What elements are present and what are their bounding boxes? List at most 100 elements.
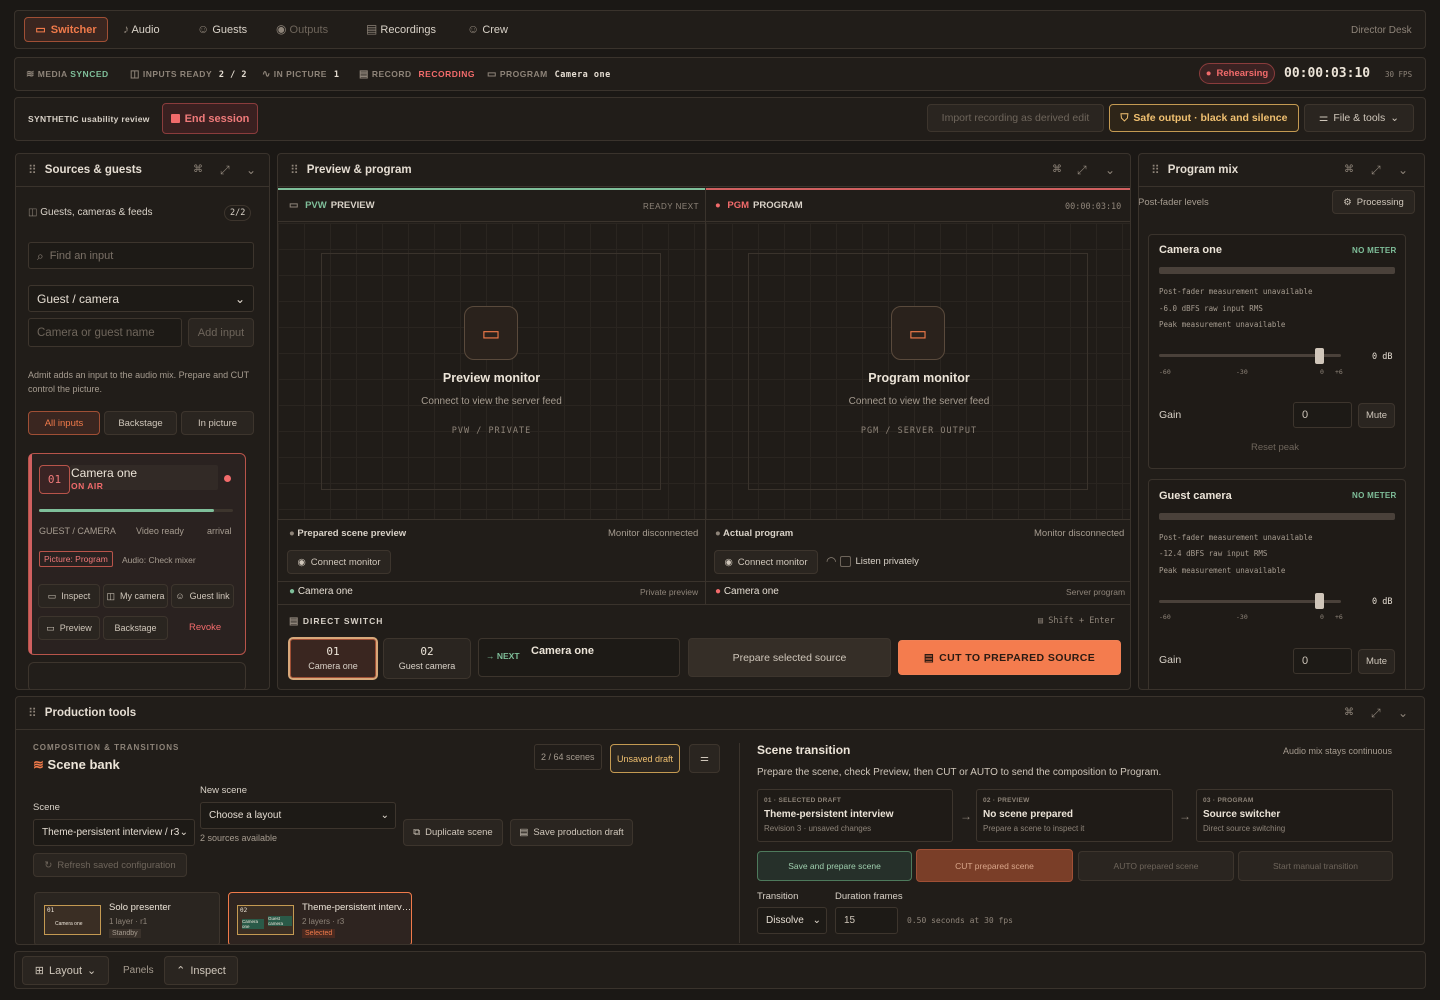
pin-icon[interactable]: ⌘ bbox=[1344, 165, 1354, 175]
reset-peak-button[interactable]: Reset peak bbox=[1251, 442, 1299, 453]
pin-icon[interactable]: ⌘ bbox=[193, 165, 203, 175]
preview-button[interactable]: ▭ Preview bbox=[38, 616, 100, 640]
layout-select[interactable]: Choose a layout ⌄ bbox=[200, 802, 396, 829]
tab-audio[interactable]: ♪ Audio bbox=[123, 23, 160, 36]
users-icon: ☺ bbox=[197, 22, 210, 36]
preview-monitor-sub: Connect to view the server feed bbox=[421, 396, 562, 407]
layout-button[interactable]: ⊞ Layout ⌄ bbox=[22, 956, 109, 985]
drag-handle-icon[interactable]: ⠿ bbox=[1151, 164, 1160, 176]
chevron-down-icon[interactable]: ⌄ bbox=[1398, 707, 1408, 719]
tick-label: -60 bbox=[1159, 368, 1171, 376]
pin-icon[interactable]: ⌘ bbox=[1052, 165, 1062, 175]
safe-output-button[interactable]: ⛉ Safe output · black and silence bbox=[1109, 104, 1299, 132]
manual-transition-button[interactable]: Start manual transition bbox=[1238, 851, 1393, 881]
drag-handle-icon[interactable]: ⠿ bbox=[28, 164, 37, 176]
connect-program-monitor-button[interactable]: ◉ Connect monitor bbox=[714, 550, 818, 574]
divider bbox=[278, 604, 1130, 605]
cut-button[interactable]: ▤ CUT TO PREPARED SOURCE bbox=[898, 640, 1121, 675]
add-input-button[interactable]: Add input bbox=[188, 318, 254, 347]
my-camera-button[interactable]: ◫ My camera bbox=[103, 584, 168, 608]
name-field[interactable]: Camera or guest name bbox=[28, 318, 182, 347]
file-tools-button[interactable]: ⚌ File & tools ⌄ bbox=[1304, 104, 1414, 132]
expand-icon[interactable]: ⤢ bbox=[220, 164, 230, 176]
live-dot-icon: ● bbox=[1205, 68, 1212, 79]
filter-in-picture[interactable]: In picture bbox=[181, 411, 254, 435]
chevron-up-icon: ⌃ bbox=[176, 965, 186, 977]
tab-crew[interactable]: ☺ Crew bbox=[467, 23, 508, 36]
tab-recordings[interactable]: ▤ Recordings bbox=[366, 23, 436, 36]
pulse-icon: ∿ bbox=[262, 69, 271, 80]
scene-tile[interactable]: 01 Camera one Solo presenter 1 layer · r… bbox=[34, 892, 220, 944]
scene-select[interactable]: Theme-persistent interview / r3 ⌄ bbox=[33, 819, 195, 846]
save-draft-button[interactable]: ▤ Save production draft bbox=[510, 819, 633, 846]
chevron-down-icon[interactable]: ⌄ bbox=[246, 164, 256, 176]
video-icon: ▭ bbox=[47, 590, 57, 601]
meter-badge: NO METER bbox=[1352, 491, 1397, 500]
clapper-icon: ▤ bbox=[289, 616, 300, 627]
gain-label: Gain bbox=[1159, 409, 1182, 421]
expand-icon[interactable]: ⤢ bbox=[1371, 164, 1381, 176]
fader-knob[interactable] bbox=[1315, 593, 1324, 609]
program-footer-label: ● Actual program bbox=[715, 528, 794, 539]
checkbox[interactable] bbox=[840, 555, 852, 567]
sources-available: 2 sources available bbox=[200, 833, 278, 843]
filter-backstage[interactable]: Backstage bbox=[104, 411, 177, 435]
duration-field[interactable]: 15 bbox=[835, 907, 898, 934]
filter-all-inputs[interactable]: All inputs bbox=[28, 411, 100, 435]
user-icon: ☺ bbox=[175, 591, 185, 601]
mute-button[interactable]: Mute bbox=[1358, 649, 1395, 674]
mute-button[interactable]: Mute bbox=[1358, 403, 1395, 428]
processing-button[interactable]: ⚙ Processing bbox=[1332, 190, 1415, 214]
connect-preview-monitor-button[interactable]: ◉ Connect monitor bbox=[287, 550, 391, 574]
level-meter bbox=[1159, 513, 1395, 520]
listen-privately-toggle[interactable]: ◠ Listen privately bbox=[826, 555, 919, 567]
status-program: ▭ PROGRAM Camera one bbox=[487, 69, 611, 80]
prepare-source-button[interactable]: Prepare selected source bbox=[688, 638, 891, 677]
tab-switcher[interactable]: ▭ Switcher bbox=[24, 17, 108, 42]
sliders-icon: ⚌ bbox=[1318, 112, 1329, 124]
section-title: ◫ Guests, cameras & feeds bbox=[28, 207, 153, 218]
pin-icon[interactable]: ⌘ bbox=[1344, 708, 1354, 718]
backstage-button[interactable]: Backstage bbox=[103, 616, 168, 640]
fader-db: 0 dB bbox=[1372, 352, 1393, 362]
chevron-down-icon[interactable]: ⌄ bbox=[1105, 164, 1115, 176]
drag-handle-icon[interactable]: ⠿ bbox=[28, 707, 37, 719]
tab-guests[interactable]: ☺ Guests bbox=[197, 23, 247, 36]
panels-link[interactable]: Panels bbox=[123, 965, 154, 976]
transition-select[interactable]: Dissolve ⌄ bbox=[757, 907, 827, 934]
refresh-config-button[interactable]: ↻ Refresh saved configuration bbox=[33, 853, 187, 877]
fader-track[interactable] bbox=[1159, 600, 1341, 603]
revoke-button[interactable]: Revoke bbox=[189, 622, 221, 633]
input-type-select[interactable]: Guest / camera ⌄ bbox=[28, 285, 254, 312]
scene-tile-selected[interactable]: 02 Camera one Guest camera Theme-persist… bbox=[228, 892, 412, 944]
arrow-right-icon: → bbox=[1179, 809, 1191, 823]
expand-icon[interactable]: ⤢ bbox=[1371, 707, 1381, 719]
gain-field[interactable]: 0 bbox=[1293, 648, 1352, 674]
fader-track[interactable] bbox=[1159, 354, 1341, 357]
broadcast-icon: ◉ bbox=[276, 22, 287, 36]
source-button-2[interactable]: 02 Guest camera bbox=[383, 638, 471, 679]
cut-scene-button[interactable]: CUT prepared scene bbox=[916, 849, 1073, 882]
pane-divider bbox=[705, 519, 706, 604]
tab-outputs[interactable]: ◉ Outputs bbox=[276, 23, 328, 36]
fader-knob[interactable] bbox=[1315, 348, 1324, 364]
source-card[interactable]: 01 Camera one ON AIR GUEST / CAMERA Vide… bbox=[28, 453, 246, 655]
chevron-down-icon[interactable]: ⌄ bbox=[1398, 164, 1408, 176]
scene-settings-button[interactable]: ⚌ bbox=[689, 744, 720, 773]
drag-handle-icon[interactable]: ⠿ bbox=[290, 164, 299, 176]
inspect-button[interactable]: ▭ Inspect bbox=[38, 584, 100, 608]
end-session-button[interactable]: End session bbox=[162, 103, 258, 134]
search-input[interactable]: ⌕ Find an input bbox=[28, 242, 254, 269]
guest-link-button[interactable]: ☺ Guest link bbox=[171, 584, 234, 608]
auto-scene-button[interactable]: AUTO prepared scene bbox=[1078, 851, 1234, 881]
preview-footer-state: Monitor disconnected bbox=[608, 528, 699, 539]
card-arrival: arrival bbox=[207, 526, 232, 536]
source-card-next[interactable] bbox=[28, 662, 246, 689]
save-prepare-scene-button[interactable]: Save and prepare scene bbox=[757, 851, 912, 881]
source-button-1[interactable]: 01 Camera one bbox=[288, 637, 378, 680]
duplicate-scene-button[interactable]: ⧉ Duplicate scene bbox=[403, 819, 503, 846]
gain-field[interactable]: 0 bbox=[1293, 402, 1352, 428]
expand-icon[interactable]: ⤢ bbox=[1077, 164, 1087, 176]
import-recording-button[interactable]: Import recording as derived edit bbox=[927, 104, 1104, 132]
inspect-toggle-button[interactable]: ⌃ Inspect bbox=[164, 956, 238, 985]
